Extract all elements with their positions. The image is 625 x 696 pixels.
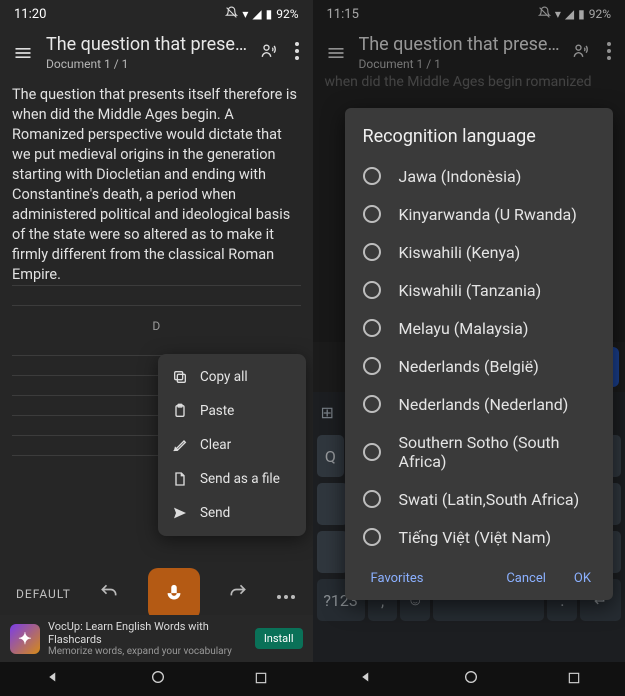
left-screen: 11:20 ▾ ◢ ▮ 92% The question that presen… bbox=[0, 0, 313, 696]
app-bar: The question that presen... Document 1 /… bbox=[0, 28, 313, 75]
battery-text: 92% bbox=[276, 7, 298, 21]
body-text: The question that presents itself theref… bbox=[12, 85, 301, 286]
bottom-label[interactable]: DEFAULT bbox=[16, 587, 71, 601]
hamburger-icon[interactable] bbox=[10, 43, 36, 63]
language-label: Melayu (Malaysia) bbox=[399, 319, 529, 338]
language-label: Kinyarwanda (U Rwanda) bbox=[399, 205, 577, 224]
mic-button[interactable] bbox=[148, 568, 200, 620]
clock: 11:20 bbox=[14, 7, 46, 22]
battery-icon: ▮ bbox=[266, 7, 273, 21]
nav-back-icon[interactable] bbox=[44, 668, 62, 690]
cancel-button[interactable]: Cancel bbox=[506, 571, 546, 586]
title-area: The question that presen... Document 1 /… bbox=[36, 34, 255, 71]
dialog-actions: Favorites Cancel OK bbox=[345, 557, 614, 590]
radio-icon bbox=[363, 357, 381, 375]
nav-recent-icon[interactable] bbox=[254, 670, 268, 689]
redo-icon[interactable] bbox=[228, 582, 248, 606]
ctx-paste[interactable]: Paste bbox=[158, 394, 306, 428]
doc-subtitle: Document 1 / 1 bbox=[46, 57, 255, 71]
language-label: Kiswahili (Kenya) bbox=[399, 243, 521, 262]
language-label: Kiswahili (Tanzania) bbox=[399, 281, 542, 300]
ctx-send[interactable]: Send bbox=[158, 496, 306, 530]
extra-status: D bbox=[12, 316, 301, 336]
language-option[interactable]: Kiswahili (Tanzania) bbox=[345, 271, 614, 309]
radio-icon bbox=[363, 205, 381, 223]
context-menu: Copy all Paste Clear Send as a file Send bbox=[158, 354, 306, 536]
radio-icon bbox=[363, 443, 381, 461]
language-option[interactable]: Tiếng Việt (Việt Nam) bbox=[345, 518, 614, 556]
doc-title: The question that presen... bbox=[46, 34, 255, 55]
nav-home-icon[interactable] bbox=[463, 669, 479, 689]
ad-banner[interactable]: ✦ VocUp: Learn English Words with Flashc… bbox=[0, 615, 313, 662]
ad-app-icon: ✦ bbox=[10, 624, 40, 654]
language-label: Swati (Latin,South Africa) bbox=[399, 490, 580, 509]
radio-icon bbox=[363, 395, 381, 413]
ad-text: VocUp: Learn English Words with Flashcar… bbox=[48, 620, 247, 657]
status-bar: 11:20 ▾ ◢ ▮ 92% bbox=[0, 0, 313, 28]
right-screen: 11:15 ▾ ◢ ▮ 92% The question that presen… bbox=[313, 0, 625, 696]
language-label: Nederlands (België) bbox=[399, 357, 539, 376]
language-label: Nederlands (Nederland) bbox=[399, 395, 569, 414]
language-option[interactable]: Swati (Latin,South Africa) bbox=[345, 480, 614, 518]
language-label: Southern Sotho (South Africa) bbox=[399, 433, 596, 471]
radio-icon bbox=[363, 243, 381, 261]
ctx-copy-all[interactable]: Copy all bbox=[158, 360, 306, 394]
favorites-button[interactable]: Favorites bbox=[371, 571, 424, 586]
nav-home-icon[interactable] bbox=[150, 669, 166, 689]
language-option[interactable]: Nederlands (België) bbox=[345, 347, 614, 385]
language-option[interactable]: Kinyarwanda (U Rwanda) bbox=[345, 195, 614, 233]
language-option[interactable]: Jawa (Indonèsia) bbox=[345, 157, 614, 195]
language-label: Tiếng Việt (Việt Nam) bbox=[399, 528, 552, 547]
radio-icon bbox=[363, 490, 381, 508]
language-option[interactable]: Nederlands (Nederland) bbox=[345, 385, 614, 423]
nav-back-icon[interactable] bbox=[357, 668, 375, 690]
undo-icon[interactable] bbox=[99, 582, 119, 606]
dnd-icon bbox=[225, 6, 238, 22]
language-list[interactable]: Jawa (Indonèsia) Kinyarwanda (U Rwanda) Ki… bbox=[345, 157, 614, 557]
radio-icon bbox=[363, 319, 381, 337]
ctx-send-as-file[interactable]: Send as a file bbox=[158, 462, 306, 496]
more-icon[interactable] bbox=[295, 42, 299, 64]
language-dialog: Recognition language Jawa (Indonèsia) Kin… bbox=[345, 108, 614, 600]
nav-recent-icon[interactable] bbox=[567, 670, 581, 689]
language-option[interactable]: Kiswahili (Kenya) bbox=[345, 233, 614, 271]
dialog-title: Recognition language bbox=[345, 122, 614, 157]
language-option[interactable]: Southern Sotho (South Africa) bbox=[345, 423, 614, 480]
ok-button[interactable]: OK bbox=[574, 571, 591, 586]
voice-icon[interactable] bbox=[259, 41, 279, 65]
signal-icon: ◢ bbox=[252, 7, 261, 21]
nav-bar bbox=[313, 662, 625, 696]
more-horizontal-icon[interactable] bbox=[276, 585, 296, 604]
language-label: Jawa (Indonèsia) bbox=[399, 167, 522, 186]
radio-icon bbox=[363, 167, 381, 185]
ctx-clear[interactable]: Clear bbox=[158, 428, 306, 462]
language-option[interactable]: Melayu (Malaysia) bbox=[345, 309, 614, 347]
status-icons: ▾ ◢ ▮ 92% bbox=[225, 6, 298, 22]
wifi-icon: ▾ bbox=[242, 7, 248, 21]
nav-bar bbox=[0, 662, 313, 696]
radio-icon bbox=[363, 528, 381, 546]
radio-icon bbox=[363, 281, 381, 299]
install-button[interactable]: Install bbox=[255, 628, 303, 649]
